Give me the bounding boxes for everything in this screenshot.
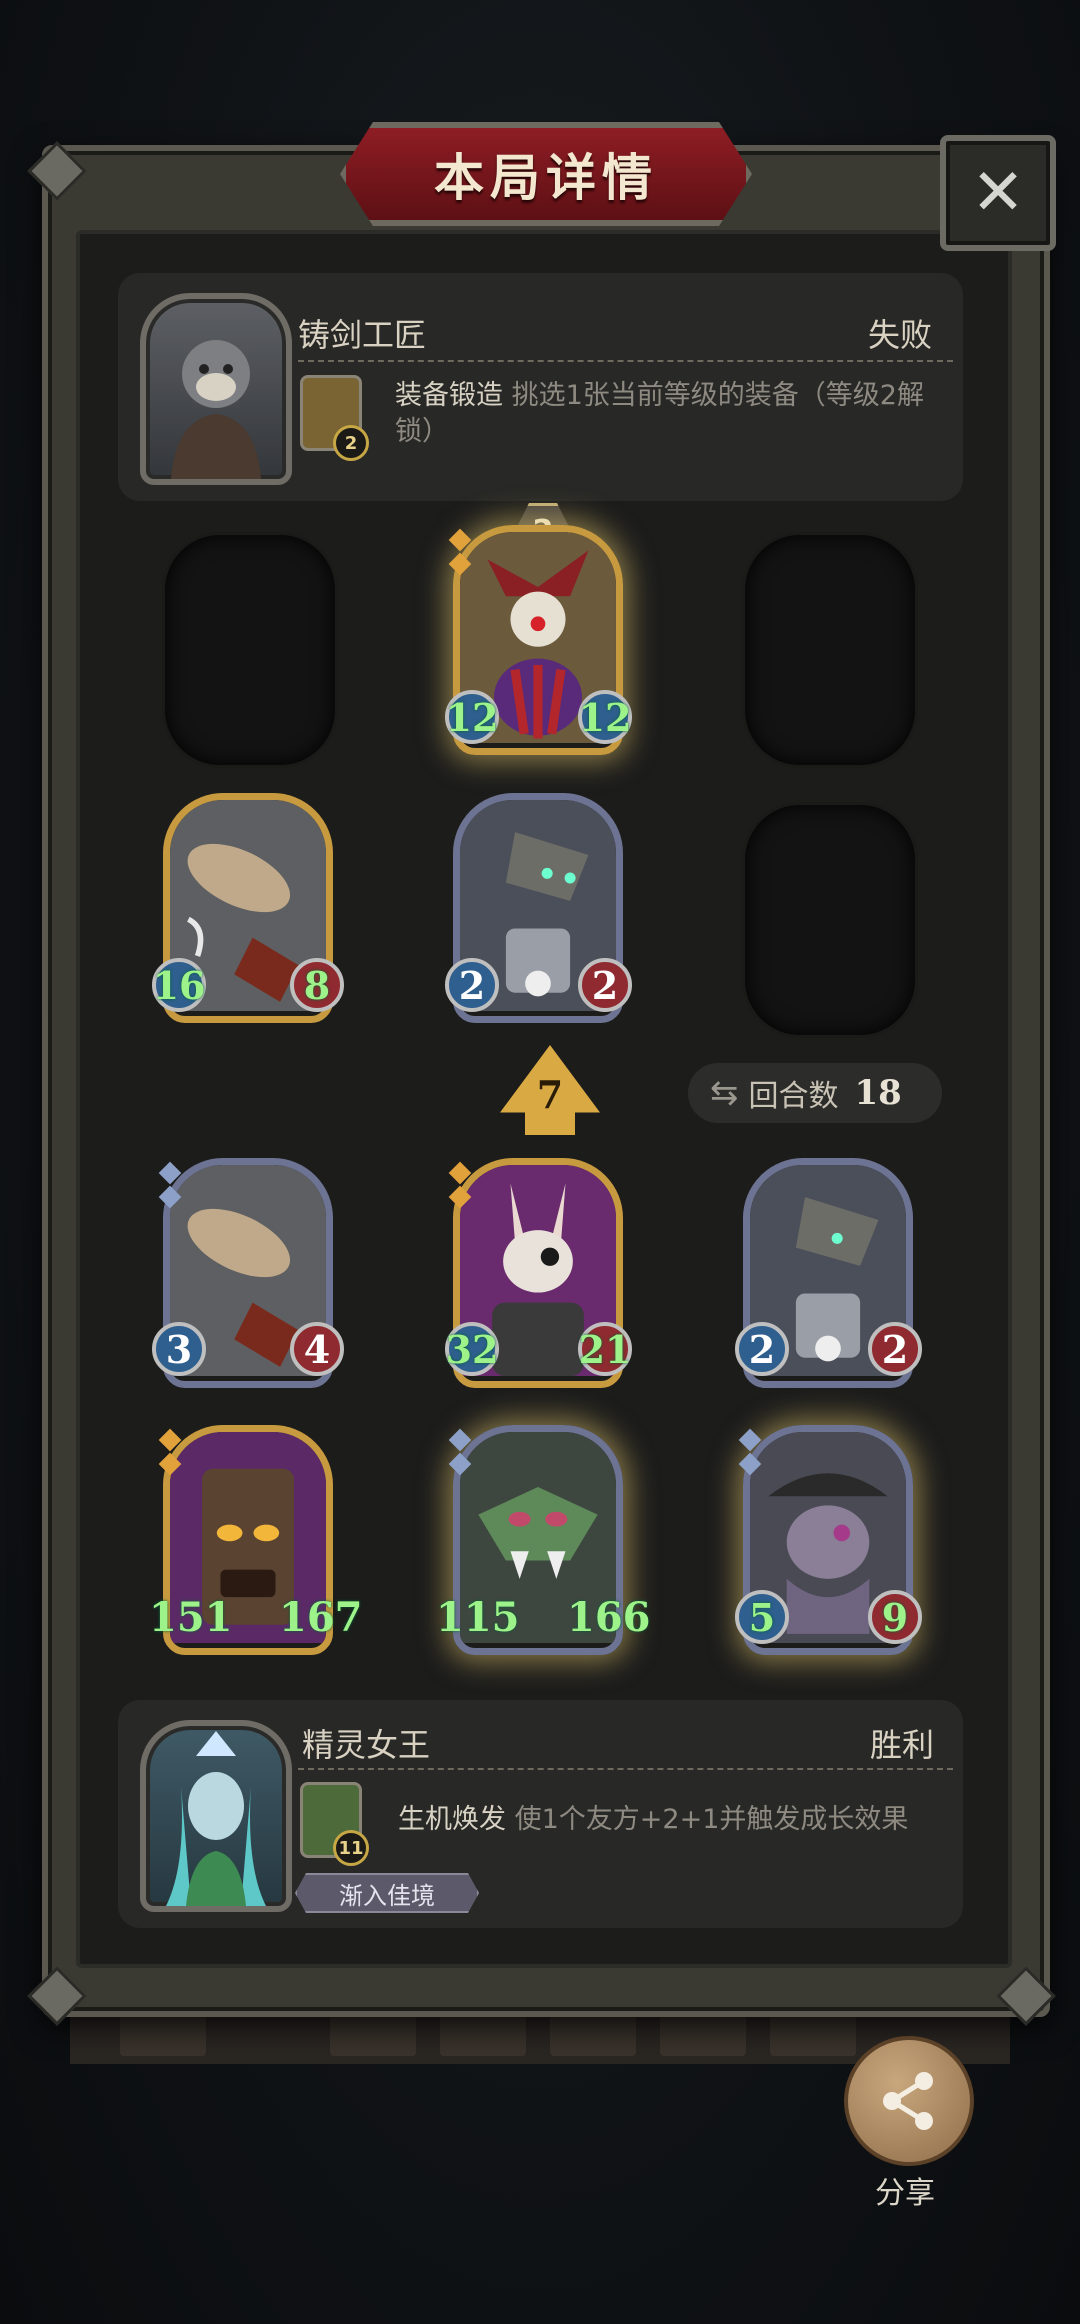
card-attack: 2 (735, 1322, 789, 1376)
skill-description: 使1个友方+2+1并触发成长效果 (514, 1804, 909, 1835)
rounds-label: 回合数 (748, 1079, 839, 1114)
rounds-value: 18 (854, 1073, 902, 1113)
card-attack: 12 (445, 690, 499, 744)
swap-icon: ⇆ (710, 1073, 739, 1113)
player-result: 胜利 (870, 1726, 935, 1764)
hero-portrait-art (166, 1731, 266, 1906)
card-attack: 5 (735, 1590, 789, 1644)
page-title: 本局详情 (434, 149, 658, 207)
title-banner: 本局详情 (340, 122, 752, 226)
card-attack: 32 (445, 1322, 499, 1376)
close-button[interactable]: ✕ (940, 135, 1056, 251)
card-health: 4 (290, 1322, 344, 1376)
player-hero-portrait (140, 1720, 292, 1912)
card-health: 21 (578, 1322, 632, 1376)
hero-portrait-art (171, 340, 261, 479)
opponent-hero-portrait (140, 293, 292, 485)
skill-name: 装备锻造 (395, 380, 503, 411)
share-icon (883, 2072, 933, 2130)
card-health: 2 (868, 1322, 922, 1376)
card-health: 12 (578, 690, 632, 744)
background-tile (770, 2012, 856, 2056)
card-health: 166 (567, 1593, 651, 1641)
player-skill-text: 生机焕发 使1个友方+2+1并触发成长效果 (398, 1802, 958, 1838)
card-attack: 16 (152, 958, 206, 1012)
player-hero-name: 精灵女王 (302, 1726, 431, 1764)
share-label: 分享 (875, 2176, 935, 2211)
share-button[interactable] (844, 2036, 974, 2166)
opponent-hero-name: 铸剑工匠 (298, 316, 427, 354)
card-health: 9 (868, 1590, 922, 1644)
empty-card-slot (165, 535, 335, 765)
background-tile (120, 2012, 206, 2056)
card-attack: 115 (436, 1593, 520, 1641)
skill-name: 生机焕发 (398, 1804, 506, 1835)
skill-level-badge: 11 (333, 1830, 369, 1866)
card-attack: 3 (152, 1322, 206, 1376)
card-health: 167 (279, 1593, 363, 1641)
rounds-counter: ⇆ 回合数 18 (688, 1063, 942, 1123)
card-health: 8 (290, 958, 344, 1012)
background-tile (550, 2012, 636, 2056)
opponent-result: 失败 (868, 316, 933, 354)
divider (298, 1768, 953, 1770)
streak-tag: 渐入佳境 (295, 1873, 479, 1913)
background-tile (660, 2012, 746, 2056)
empty-card-slot (745, 805, 915, 1035)
skill-level-badge: 2 (333, 425, 369, 461)
turn-arrow-number: 7 (536, 1072, 564, 1117)
background-tile (330, 2012, 416, 2056)
empty-card-slot (745, 535, 915, 765)
divider (298, 360, 953, 362)
background-tile (440, 2012, 526, 2056)
card-attack: 151 (149, 1593, 233, 1641)
card-health: 2 (578, 958, 632, 1012)
opponent-skill-text: 装备锻造 挑选1张当前等级的装备（等级2解锁） (395, 378, 935, 450)
close-icon: ✕ (971, 156, 1025, 230)
card-attack: 2 (445, 958, 499, 1012)
